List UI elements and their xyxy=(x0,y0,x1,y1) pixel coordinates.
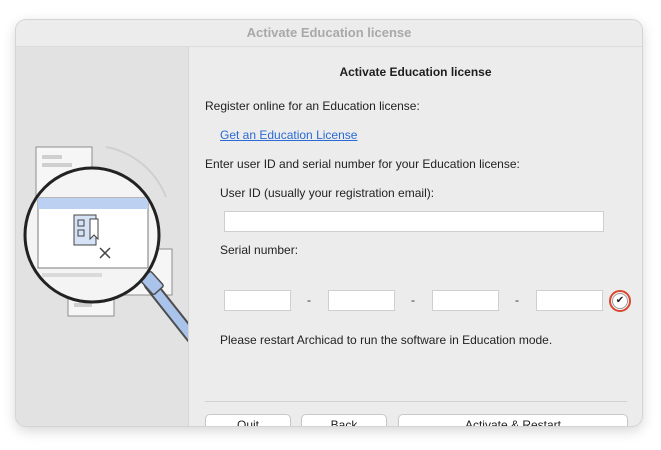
enter-credentials-text: Enter user ID and serial number for your… xyxy=(205,157,520,171)
verify-serial-button[interactable]: ✔ xyxy=(609,290,631,312)
serial-input-1[interactable] xyxy=(224,290,291,311)
footer-divider xyxy=(205,401,627,402)
serial-separator: - xyxy=(307,293,311,307)
illustration-panel xyxy=(16,47,189,426)
serial-input-2[interactable] xyxy=(328,290,395,311)
restart-note: Please restart Archicad to run the softw… xyxy=(220,333,553,347)
content-area: Activate Education license Register onli… xyxy=(189,47,642,426)
get-education-license-link[interactable]: Get an Education License xyxy=(220,128,357,142)
window-title: Activate Education license xyxy=(16,20,642,47)
activate-restart-button[interactable]: Activate & Restart xyxy=(398,414,628,426)
dialog-heading: Activate Education license xyxy=(339,65,492,79)
serial-input-4[interactable] xyxy=(536,290,603,311)
serial-separator: - xyxy=(411,293,415,307)
checkmark-icon: ✔ xyxy=(612,293,628,309)
serial-separator: - xyxy=(515,293,519,307)
user-id-input[interactable] xyxy=(224,211,604,232)
magnifier-document-icon xyxy=(23,146,188,343)
register-text: Register online for an Education license… xyxy=(205,99,420,113)
quit-button[interactable]: Quit xyxy=(205,414,291,426)
back-button[interactable]: Back xyxy=(301,414,387,426)
serial-input-3[interactable] xyxy=(432,290,499,311)
user-id-label: User ID (usually your registration email… xyxy=(220,186,435,200)
serial-number-label: Serial number: xyxy=(220,243,299,257)
activation-dialog: Activate Education license Activate Educ… xyxy=(16,20,642,426)
